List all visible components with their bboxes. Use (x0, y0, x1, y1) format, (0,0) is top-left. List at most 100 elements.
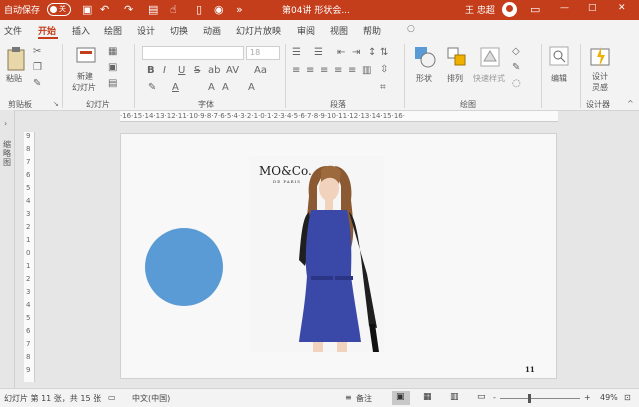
paste-icon[interactable] (6, 46, 26, 72)
cut-icon[interactable]: ✂ (33, 46, 41, 58)
slide-sorter-button[interactable]: ▦ (419, 391, 437, 405)
more-commands-icon[interactable]: » (236, 3, 243, 16)
reading-view-button[interactable]: ▥ (446, 391, 464, 405)
char-spacing-button[interactable]: AV (226, 65, 239, 77)
notes-button[interactable]: 备注 (356, 393, 372, 404)
shapes-label[interactable]: 形状 (416, 73, 432, 84)
arrange-icon[interactable] (446, 46, 468, 68)
autosave-toggle[interactable]: 关 (47, 3, 71, 16)
change-case-button[interactable]: Aa (254, 65, 267, 77)
bold-button[interactable]: B (147, 65, 155, 77)
thumbnail-panel[interactable]: › 缩略图 (0, 110, 15, 388)
minimize-button[interactable]: — (560, 3, 569, 13)
new-file-icon[interactable]: ▯ (196, 3, 202, 16)
justify-icon[interactable]: ≡ (334, 65, 342, 77)
design-ideas-icon[interactable] (590, 46, 612, 68)
columns-icon[interactable]: ▥ (362, 65, 371, 77)
underline-button[interactable]: U (178, 65, 185, 77)
align-center-icon[interactable]: ≡ (306, 65, 314, 77)
highlight-icon[interactable]: ✎ (148, 82, 156, 94)
shape-outline-icon[interactable]: ✎ (512, 62, 520, 74)
slide-canvas[interactable]: MO&Co. DE PARIS 11 (120, 133, 557, 379)
shadow-button[interactable]: ab (208, 65, 220, 77)
quick-styles-label[interactable]: 快速样式 (473, 73, 505, 84)
align-left-icon[interactable]: ≡ (292, 65, 300, 77)
numbering-icon[interactable]: ☰ (314, 47, 323, 59)
maximize-button[interactable]: □ (588, 3, 597, 13)
bullets-icon[interactable]: ☰ (292, 47, 301, 59)
collapse-ribbon-icon[interactable]: ^ (627, 98, 634, 110)
decrease-indent-icon[interactable]: ⇤ (337, 47, 345, 59)
close-button[interactable]: ✕ (618, 3, 626, 13)
save-icon[interactable]: ▣ (82, 3, 92, 16)
shape-effects-icon[interactable]: ◌ (512, 78, 521, 90)
increase-indent-icon[interactable]: ⇥ (352, 47, 360, 59)
tab-design[interactable]: 设计 (137, 24, 155, 37)
tab-review[interactable]: 审阅 (297, 24, 315, 37)
tab-home[interactable]: 开始 (38, 24, 56, 37)
distributed-icon[interactable]: ≡ (348, 65, 356, 77)
format-painter-icon[interactable]: ✎ (33, 78, 41, 90)
tab-animations[interactable]: 动画 (203, 24, 221, 37)
tab-slideshow[interactable]: 幻灯片放映 (236, 24, 281, 37)
dialog-launcher-icon[interactable]: ↘ (53, 98, 59, 110)
quick-styles-icon[interactable] (479, 46, 501, 68)
circle-shape[interactable] (145, 228, 223, 306)
undo-icon[interactable]: ↶ (100, 3, 109, 16)
tab-help[interactable]: 帮助 (363, 24, 381, 37)
shape-fill-icon[interactable]: ◇ (512, 46, 520, 58)
italic-button[interactable]: I (163, 65, 166, 77)
new-slide-icon[interactable] (76, 46, 98, 64)
paste-label[interactable]: 粘贴 (6, 73, 22, 84)
editing-label[interactable]: 编辑 (551, 73, 567, 84)
tab-insert[interactable]: 插入 (72, 24, 90, 37)
new-slide-label-2[interactable]: 幻灯片 (72, 82, 96, 93)
font-name-dropdown[interactable] (142, 46, 244, 60)
designer-label-2[interactable]: 灵感 (592, 82, 608, 93)
shrink-font-icon[interactable]: A (222, 82, 229, 94)
tab-transitions[interactable]: 切换 (170, 24, 188, 37)
zoom-slider-handle[interactable] (528, 394, 531, 403)
align-right-icon[interactable]: ≡ (320, 65, 328, 77)
shapes-icon[interactable] (414, 46, 436, 68)
smartart-icon[interactable]: ⌗ (380, 82, 386, 94)
zoom-out-button[interactable]: - (493, 393, 496, 402)
tab-view[interactable]: 视图 (330, 24, 348, 37)
font-size-dropdown[interactable]: 18 (246, 46, 280, 60)
ribbon-display-icon[interactable]: ▭ (530, 3, 540, 16)
zoom-level[interactable]: 49% (600, 393, 618, 402)
fit-slide-icon[interactable]: ⊡ (624, 393, 631, 402)
reset-icon[interactable]: ▣ (108, 62, 117, 74)
record-icon[interactable]: ◉ (214, 3, 224, 16)
zoom-in-button[interactable]: + (584, 393, 591, 402)
tab-file[interactable]: 文件 (4, 24, 22, 37)
align-text-icon[interactable]: ⇳ (380, 64, 388, 76)
expand-panel-icon[interactable]: › (4, 118, 7, 130)
new-slide-label-1[interactable]: 新建 (77, 71, 93, 82)
presentation-icon[interactable]: ▤ (148, 3, 158, 16)
user-name[interactable]: 王 忠超 (465, 3, 495, 16)
find-icon[interactable] (549, 46, 569, 68)
zoom-slider[interactable] (500, 398, 580, 399)
notes-icon[interactable]: ≡ (345, 393, 352, 402)
normal-view-button[interactable]: ▣ (392, 391, 410, 405)
copy-icon[interactable]: ❐ (33, 62, 42, 74)
language-indicator[interactable]: 中文(中国) (132, 393, 170, 404)
touch-mode-icon[interactable]: ☝ (170, 3, 177, 16)
clear-format-icon[interactable]: A (248, 82, 255, 94)
arrange-label[interactable]: 排列 (447, 73, 463, 84)
fashion-photo[interactable]: MO&Co. DE PARIS (249, 156, 384, 352)
font-color-button[interactable]: A (172, 82, 179, 94)
layout-icon[interactable]: ▦ (108, 46, 117, 58)
redo-icon[interactable]: ↷ (124, 3, 133, 16)
text-direction-icon[interactable]: ⇅ (380, 47, 388, 59)
tab-draw[interactable]: 绘图 (104, 24, 122, 37)
lightbulb-icon[interactable]: ○ (407, 24, 415, 34)
spellcheck-icon[interactable]: ▭ (108, 393, 116, 402)
designer-label-1[interactable]: 设计 (592, 71, 608, 82)
strikethrough-button[interactable]: S (194, 65, 200, 77)
slideshow-button[interactable]: ▭ (473, 391, 491, 405)
avatar[interactable] (502, 2, 517, 17)
line-spacing-icon[interactable]: ↕ (368, 47, 376, 59)
grow-font-icon[interactable]: A (208, 82, 215, 94)
